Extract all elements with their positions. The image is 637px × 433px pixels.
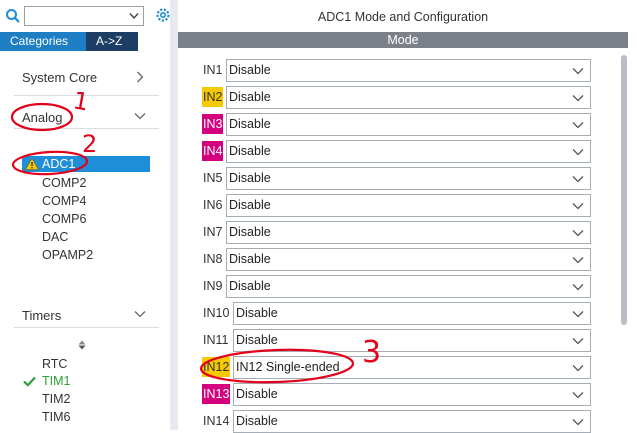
- pin-mode-value: Disable: [229, 171, 271, 185]
- pin-mode-select[interactable]: Disable: [226, 59, 591, 82]
- panel-title: ADC1 Mode and Configuration: [178, 3, 628, 31]
- pin-label: IN11: [203, 333, 229, 347]
- sidebar-item-label: ADC1: [42, 157, 76, 171]
- pin-mode-value: Disable: [229, 117, 271, 131]
- chevron-down-icon[interactable]: [572, 337, 584, 345]
- chevron-down-icon[interactable]: [134, 310, 146, 318]
- chevron-down-icon[interactable]: [572, 67, 584, 75]
- pin-label: IN7: [203, 225, 223, 239]
- sidebar-item-timers[interactable]: Timers: [22, 308, 61, 323]
- chevron-down-icon[interactable]: [572, 283, 584, 291]
- pin-mode-value: Disable: [229, 279, 271, 293]
- pin-mode-select[interactable]: Disable: [226, 140, 591, 163]
- pin-mode-select[interactable]: Disable: [226, 86, 591, 109]
- warning-icon: [25, 158, 39, 170]
- pin-label: IN12: [202, 357, 231, 377]
- chevron-down-icon[interactable]: [572, 310, 584, 318]
- pin-mode-select[interactable]: Disable: [226, 275, 591, 298]
- pin-label: IN3: [202, 114, 224, 134]
- mode-section-header[interactable]: Mode: [178, 32, 628, 48]
- pin-mode-value: Disable: [229, 90, 271, 104]
- sidebar-item-rtc[interactable]: RTC: [42, 357, 67, 371]
- chevron-down-icon[interactable]: [572, 256, 584, 264]
- pin-mode-select[interactable]: Disable: [226, 167, 591, 190]
- chevron-down-icon[interactable]: [134, 112, 146, 120]
- pin-mode-select[interactable]: Disable: [226, 221, 591, 244]
- search-input[interactable]: [24, 6, 144, 26]
- pin-label: IN13: [202, 384, 231, 404]
- chevron-down-icon[interactable]: [572, 391, 584, 399]
- sidebar-item-dac[interactable]: DAC: [42, 230, 68, 244]
- pin-mode-select[interactable]: Disable: [233, 383, 591, 406]
- sort-icon[interactable]: [78, 340, 86, 350]
- tab-a-to-z[interactable]: A->Z: [86, 32, 138, 51]
- chevron-down-icon[interactable]: [572, 202, 584, 210]
- sidebar-item-comp4[interactable]: COMP4: [42, 194, 86, 208]
- pin-mode-select[interactable]: Disable: [233, 329, 591, 352]
- chevron-down-icon[interactable]: [572, 94, 584, 102]
- chevron-down-icon[interactable]: [572, 148, 584, 156]
- pin-label: IN6: [203, 198, 223, 212]
- sidebar-item-opamp2[interactable]: OPAMP2: [42, 248, 93, 262]
- divider: [14, 128, 159, 129]
- pin-mode-value: Disable: [229, 63, 271, 77]
- chevron-down-icon[interactable]: [572, 364, 584, 372]
- pin-mode-value: Disable: [236, 387, 278, 401]
- pin-mode-value: Disable: [229, 198, 271, 212]
- pin-label: IN1: [203, 63, 223, 77]
- sidebar-item-adc1[interactable]: ADC1: [22, 156, 150, 172]
- divider: [14, 95, 159, 96]
- pin-mode-select[interactable]: Disable: [233, 302, 591, 325]
- pin-mode-value: IN12 Single-ended: [236, 360, 340, 374]
- sidebar-item-comp6[interactable]: COMP6: [42, 212, 86, 226]
- pin-label: IN4: [202, 141, 224, 161]
- sidebar-item-analog[interactable]: Analog: [22, 110, 62, 125]
- pin-label: IN9: [203, 279, 223, 293]
- pin-mode-value: Disable: [236, 414, 278, 428]
- chevron-right-icon[interactable]: [136, 71, 144, 83]
- sidebar-item-tim6[interactable]: TIM6: [42, 410, 70, 424]
- sidebar-item-tim1[interactable]: TIM1: [42, 374, 70, 388]
- pin-mode-value: Disable: [229, 225, 271, 239]
- pin-mode-select[interactable]: Disable: [226, 248, 591, 271]
- scrollbar[interactable]: [621, 55, 627, 325]
- pin-mode-value: Disable: [236, 333, 278, 347]
- pin-label: IN10: [203, 306, 230, 320]
- tab-categories[interactable]: Categories: [0, 32, 86, 51]
- pin-mode-select[interactable]: Disable: [226, 194, 591, 217]
- sidebar-item-comp2[interactable]: COMP2: [42, 176, 86, 190]
- pin-label: IN8: [203, 252, 223, 266]
- pin-label: IN5: [203, 171, 223, 185]
- pin-mode-value: Disable: [229, 252, 271, 266]
- search-icon[interactable]: [5, 8, 21, 24]
- divider: [14, 327, 159, 328]
- pin-mode-select[interactable]: IN12 Single-ended: [233, 356, 591, 379]
- panel-splitter[interactable]: [170, 0, 178, 430]
- check-icon: [23, 376, 36, 387]
- pin-label: IN2: [202, 87, 224, 107]
- pin-mode-value: Disable: [229, 144, 271, 158]
- chevron-down-icon[interactable]: [572, 121, 584, 129]
- pin-mode-select[interactable]: Disable: [226, 113, 591, 136]
- pin-label: IN14: [203, 414, 230, 428]
- left-panel: Categories A->Z System Core Analog ADC1 …: [0, 0, 170, 430]
- chevron-down-icon[interactable]: [572, 229, 584, 237]
- pin-mode-value: Disable: [236, 306, 278, 320]
- sidebar-item-tim2[interactable]: TIM2: [42, 392, 70, 406]
- sidebar-item-system-core[interactable]: System Core: [22, 70, 97, 85]
- chevron-down-icon[interactable]: [572, 418, 584, 426]
- chevron-down-icon[interactable]: [572, 175, 584, 183]
- chevron-down-icon[interactable]: [129, 12, 139, 20]
